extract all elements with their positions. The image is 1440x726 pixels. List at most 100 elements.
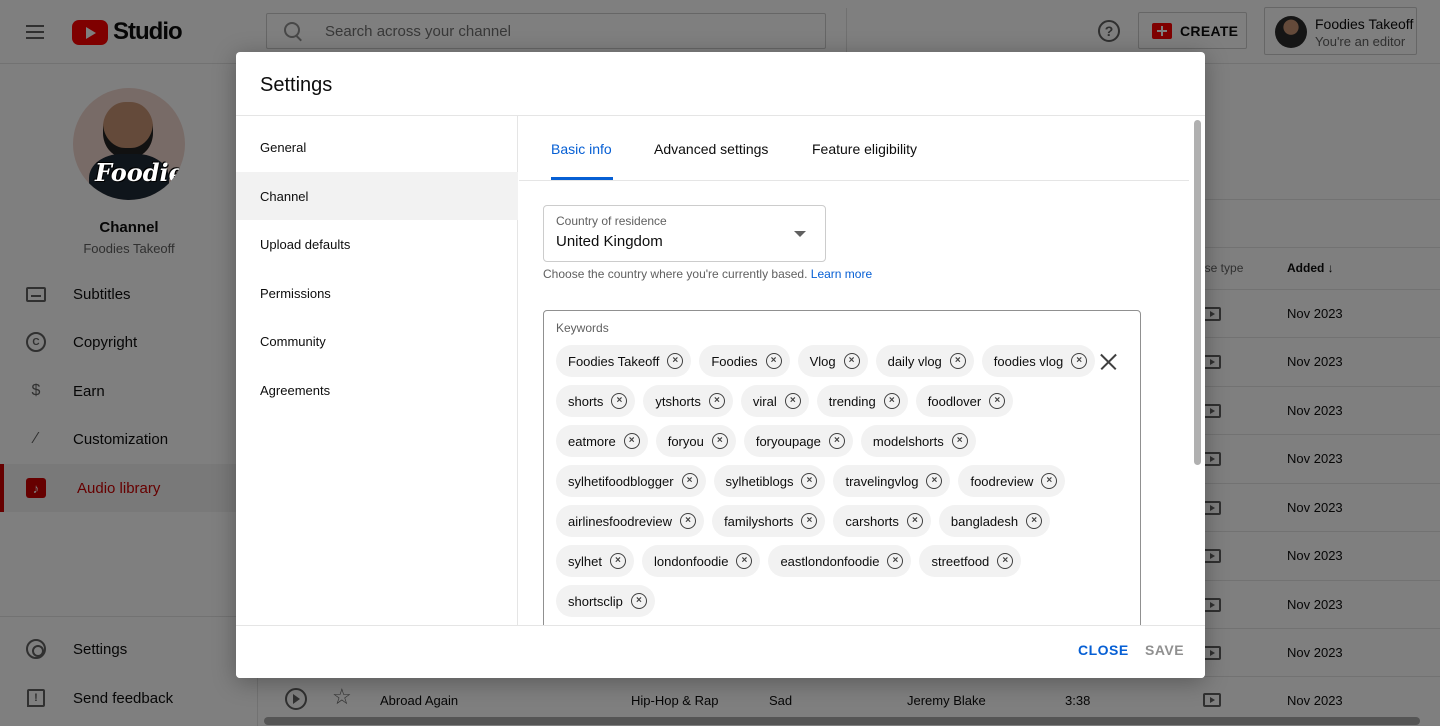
tab-bar: Basic info Advanced settings Feature eli… [519,116,1189,181]
avatar-logo-text: Foodies [95,158,185,187]
keyword-chip-label: daily vlog [887,353,942,369]
keyword-chip[interactable]: shorts × [556,385,636,417]
keyword-chip-label: sylhetiblogs [725,473,794,489]
settings-nav-upload-defaults[interactable]: Upload defaults [236,220,518,268]
keyword-chip[interactable]: shortsclip × [556,585,655,617]
remove-keyword-icon[interactable]: × [711,433,728,449]
remove-keyword-icon[interactable]: × [680,513,697,529]
keyword-chip[interactable]: viral × [740,385,809,417]
keyword-chip[interactable]: foryoupage × [743,425,853,457]
keyword-chip[interactable]: airlinesfoodreview × [556,505,705,537]
learn-more-link[interactable]: Learn more [811,267,872,281]
keyword-chip[interactable]: carshorts × [833,505,931,537]
keyword-chip-label: Vlog [809,353,836,369]
keyword-chip-label: carshorts [845,513,899,529]
remove-keyword-icon[interactable]: × [949,353,966,369]
remove-keyword-icon[interactable]: × [667,353,684,369]
keyword-chip-label: trending [828,393,876,409]
settings-nav-channel[interactable]: Channel [236,172,518,220]
keyword-chip-label: modelshorts [872,433,944,449]
keyword-chip[interactable]: sylhetiblogs × [713,465,826,497]
dropdown-arrow-icon [794,231,806,237]
remove-keyword-icon[interactable]: × [623,433,640,449]
keyword-chip-label: sylhetifoodblogger [568,473,674,489]
remove-keyword-icon[interactable]: × [906,513,923,529]
keyword-chip-label: shorts [568,393,604,409]
settings-nav-permissions[interactable]: Permissions [236,269,518,317]
settings-nav-general[interactable]: General [236,123,518,171]
keyword-chip-label: streetfood [931,553,990,569]
country-label: Country of residence [556,214,667,228]
keyword-chip-label: viral [752,393,777,409]
keyword-chip[interactable]: modelshorts × [860,425,976,457]
remove-keyword-icon[interactable]: × [611,393,628,409]
remove-keyword-icon[interactable]: × [801,513,818,529]
keyword-chip-label: shortsclip [568,593,623,609]
keyword-chip[interactable]: familyshorts × [712,505,826,537]
remove-keyword-icon[interactable]: × [681,473,698,489]
settings-content: Basic info Advanced settings Feature eli… [519,116,1205,626]
remove-keyword-icon[interactable]: × [951,433,968,449]
keywords-field[interactable]: Keywords Foodies Takeoff × Foodies × Vlog × da… [543,310,1141,626]
keyword-chip-label: Foodies [711,353,758,369]
tab-basic-info[interactable]: Basic info [551,116,612,181]
keyword-chip[interactable]: sylhetifoodblogger × [556,465,706,497]
keyword-chip[interactable]: daily vlog × [875,345,974,377]
remove-keyword-icon[interactable]: × [784,393,801,409]
remove-keyword-icon[interactable]: × [1071,353,1088,369]
keyword-chip-label: foryou [667,433,704,449]
keyword-chip-label: foodlover [927,393,982,409]
keyword-chip[interactable]: londonfoodie × [641,545,761,577]
remove-keyword-icon[interactable]: × [1041,473,1058,489]
remove-keyword-icon[interactable]: × [630,593,647,609]
keyword-chip[interactable]: travelingvlog × [833,465,951,497]
keyword-chip[interactable]: bangladesh × [938,505,1051,537]
remove-keyword-icon[interactable]: × [1026,513,1043,529]
close-button[interactable]: CLOSE [1078,642,1129,658]
keyword-chip-label: Foodies Takeoff [568,353,660,369]
keyword-chip[interactable]: foodlover × [915,385,1014,417]
remove-keyword-icon[interactable]: × [883,393,900,409]
remove-keyword-icon[interactable]: × [609,553,626,569]
dialog-footer: CLOSE SAVE [236,625,1205,678]
keyword-chip[interactable]: foodreview × [958,465,1066,497]
settings-nav-community[interactable]: Community [236,317,518,365]
keyword-chip-label: foryoupage [755,433,821,449]
save-button[interactable]: SAVE [1145,642,1184,658]
remove-keyword-icon[interactable]: × [765,353,782,369]
keyword-chip[interactable]: eastlondonfoodie × [768,545,912,577]
keyword-chip[interactable]: streetfood × [919,545,1022,577]
keyword-chip-label: eastlondonfoodie [780,553,880,569]
settings-nav-agreements[interactable]: Agreements [236,366,518,414]
remove-keyword-icon[interactable]: × [801,473,818,489]
keyword-chip-label: travelingvlog [845,473,919,489]
remove-keyword-icon[interactable]: × [828,433,845,449]
keyword-chip[interactable]: foodies vlog × [981,345,1096,377]
keyword-chip[interactable]: foryou × [655,425,736,457]
keyword-chip[interactable]: Vlog × [797,345,868,377]
remove-keyword-icon[interactable]: × [926,473,943,489]
settings-nav: General Channel Upload defaults Permissi… [236,116,518,626]
remove-keyword-icon[interactable]: × [843,353,860,369]
remove-keyword-icon[interactable]: × [997,553,1014,569]
keyword-chip-label: eatmore [568,433,616,449]
keyword-chip[interactable]: Foodies × [699,345,790,377]
vertical-scrollbar[interactable] [1194,120,1201,465]
keyword-chip-label: ytshorts [655,393,701,409]
clear-keywords-icon[interactable] [1099,353,1117,371]
keyword-chip[interactable]: Foodies Takeoff × [556,345,692,377]
tab-advanced-settings[interactable]: Advanced settings [654,116,768,181]
keyword-chip[interactable]: sylhet × [556,545,634,577]
tab-feature-eligibility[interactable]: Feature eligibility [812,116,917,181]
country-of-residence-select[interactable]: Country of residence United Kingdom [543,205,826,262]
remove-keyword-icon[interactable]: × [736,553,753,569]
remove-keyword-icon[interactable]: × [887,553,904,569]
keyword-chip[interactable]: trending × [816,385,908,417]
remove-keyword-icon[interactable]: × [708,393,725,409]
keyword-chip-label: familyshorts [724,513,794,529]
remove-keyword-icon[interactable]: × [989,393,1006,409]
keyword-chip[interactable]: ytshorts × [643,385,733,417]
keyword-chip-label: sylhet [568,553,602,569]
keyword-chip[interactable]: eatmore × [556,425,648,457]
dialog-header: Settings [236,52,1205,116]
